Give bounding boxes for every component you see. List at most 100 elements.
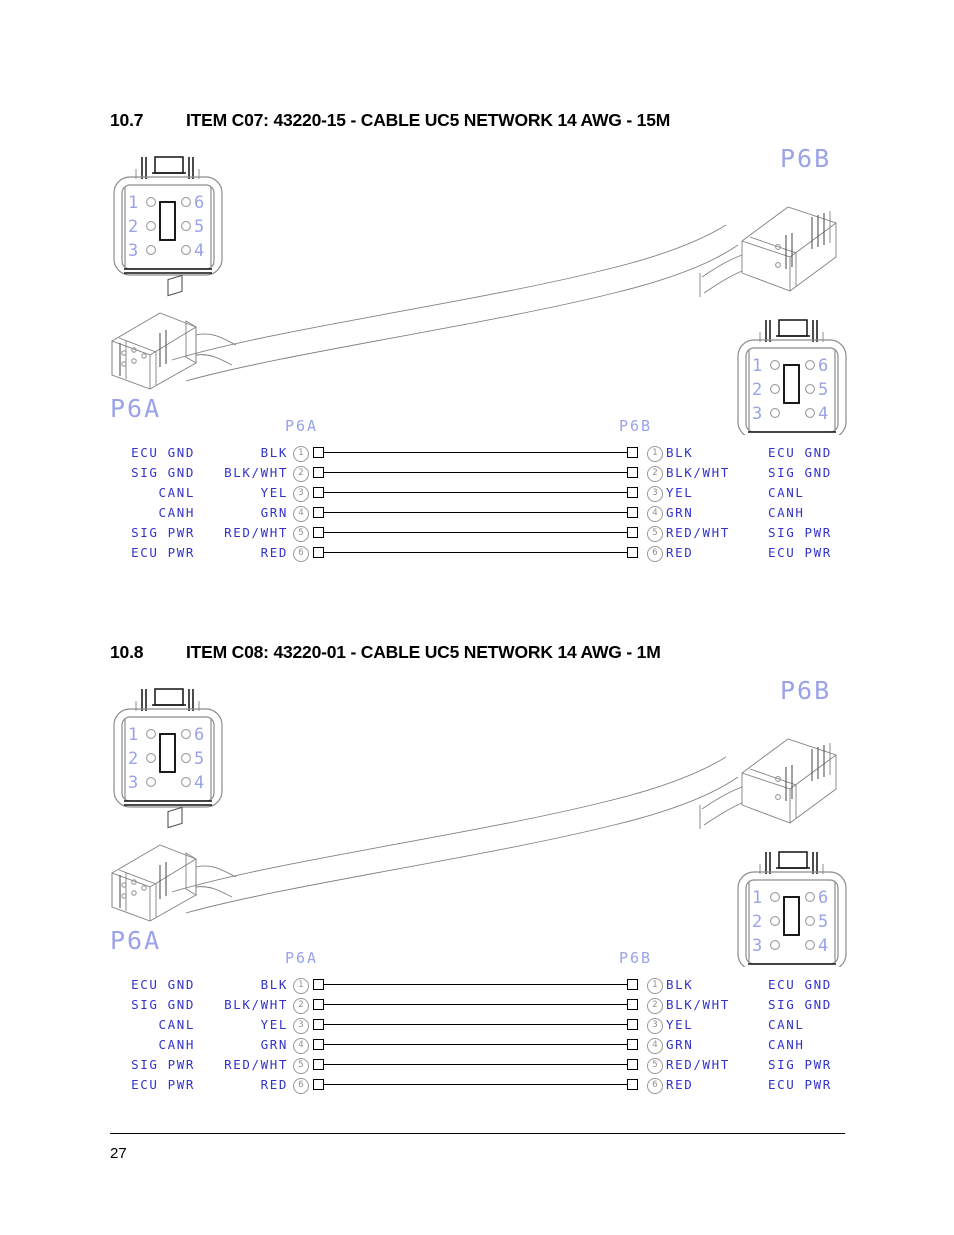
terminal-left (313, 1019, 324, 1030)
svg-text:2: 2 (128, 749, 138, 769)
table-row: SIG PWR RED/WHT 5 5 RED/WHT SIG PWR (0, 523, 954, 543)
svg-text:4: 4 (194, 773, 204, 793)
pin-number-left: 5 (293, 1058, 309, 1074)
terminal-left (313, 999, 324, 1010)
pin-number-left: 6 (293, 546, 309, 562)
cable-pictorial-c07: 1 2 3 6 5 4 1 2 3 6 5 4 P6A P6B (0, 145, 954, 445)
connector-face-right: 1 2 3 6 5 4 (737, 319, 847, 435)
svg-text:5: 5 (194, 749, 204, 769)
svg-text:2: 2 (752, 912, 762, 932)
wire-line (324, 1084, 627, 1085)
connector-face-left: 1 2 3 6 5 4 (113, 156, 223, 276)
table-row: CANH GRN 4 4 GRN CANH (0, 1035, 954, 1055)
terminal-left (313, 979, 324, 990)
pin-number-left: 3 (293, 1018, 309, 1034)
wire-color-left: YEL (260, 485, 288, 500)
footer-divider (110, 1133, 845, 1134)
svg-text:1: 1 (128, 725, 138, 745)
function-left: ECU GND (131, 977, 195, 992)
pin-number-left: 1 (293, 978, 309, 994)
svg-text:3: 3 (752, 936, 762, 956)
function-right: SIG PWR (768, 1057, 832, 1072)
wire-color-left: YEL (260, 1017, 288, 1032)
table-row: CANH GRN 4 4 GRN CANH (0, 503, 954, 523)
terminal-left (313, 1039, 324, 1050)
pin-number-left: 6 (293, 1078, 309, 1094)
terminal-right (627, 979, 638, 990)
pin-number-left: 2 (293, 998, 309, 1014)
svg-text:2: 2 (752, 380, 762, 400)
section-number: 10.7 (110, 110, 144, 130)
pin-number-left: 1 (293, 446, 309, 462)
face-pin-1: 1 (128, 193, 138, 213)
wire-line (324, 1064, 627, 1065)
function-right: CANL (768, 1017, 805, 1032)
pin-number-left: 2 (293, 466, 309, 482)
terminal-right (627, 487, 638, 498)
function-left: CANH (158, 505, 195, 520)
face-pin-2: 2 (128, 217, 138, 237)
pin-table-header-p6b: P6B (619, 417, 653, 435)
wire-color-left: BLK/WHT (224, 997, 288, 1012)
pin-number-right: 2 (647, 998, 663, 1014)
function-right: CANH (768, 505, 805, 520)
function-left: SIG PWR (131, 525, 195, 540)
terminal-left (313, 547, 324, 558)
pin-number-left: 4 (293, 1038, 309, 1054)
function-left: CANH (158, 1037, 195, 1052)
function-left: SIG GND (131, 465, 195, 480)
pin-number-right: 3 (647, 486, 663, 502)
terminal-right (627, 1039, 638, 1050)
function-right: ECU GND (768, 445, 832, 460)
function-left: ECU GND (131, 445, 195, 460)
function-right: SIG PWR (768, 525, 832, 540)
wire-line (324, 1044, 627, 1045)
table-row: SIG GND BLK/WHT 2 2 BLK/WHT SIG GND (0, 463, 954, 483)
pin-number-right: 6 (647, 1078, 663, 1094)
terminal-left (313, 1059, 324, 1070)
svg-text:5: 5 (818, 380, 828, 400)
cable-pictorial-c08: 1 2 3 6 5 4 1 2 3 6 5 4 P6A P6B (0, 677, 954, 977)
function-left: CANL (158, 1017, 195, 1032)
pin-number-right: 1 (647, 446, 663, 462)
function-left: SIG GND (131, 997, 195, 1012)
svg-text:6: 6 (818, 356, 828, 376)
wire-line (324, 452, 627, 453)
section-heading-10-8: 10.8 ITEM C08: 43220-01 - CABLE UC5 NETW… (110, 642, 661, 663)
terminal-left (313, 1079, 324, 1090)
wire-color-left: GRN (260, 505, 288, 520)
wire-line (324, 1004, 627, 1005)
plug-p6b-label: P6B (780, 145, 831, 173)
terminal-right (627, 999, 638, 1010)
wire-line (324, 552, 627, 553)
terminal-right (627, 547, 638, 558)
wire-line (324, 512, 627, 513)
connector-face-right: 1 2 3 6 5 4 (737, 851, 847, 967)
svg-text:6: 6 (194, 725, 204, 745)
face-pin-3: 3 (128, 241, 138, 261)
wire-color-left: RED (260, 1077, 288, 1092)
pin-number-right: 3 (647, 1018, 663, 1034)
function-right: ECU PWR (768, 1077, 832, 1092)
pin-number-right: 5 (647, 1058, 663, 1074)
connector-face-left: 1 2 3 6 5 4 (113, 688, 223, 808)
document-page: 10.7 ITEM C07: 43220-15 - CABLE UC5 NETW… (0, 0, 954, 1235)
terminal-left (313, 467, 324, 478)
plug-p6b-label: P6B (780, 677, 831, 705)
table-row: ECU PWR RED 6 6 RED ECU PWR (0, 1075, 954, 1095)
section-title: ITEM C07: 43220-15 - CABLE UC5 NETWORK 1… (186, 110, 671, 130)
wire-color-left: BLK/WHT (224, 465, 288, 480)
section-title: ITEM C08: 43220-01 - CABLE UC5 NETWORK 1… (186, 642, 661, 662)
table-row: ECU PWR RED 6 6 RED ECU PWR (0, 543, 954, 563)
svg-text:4: 4 (818, 404, 828, 424)
svg-text:1: 1 (752, 356, 762, 376)
face-pin-5: 5 (194, 217, 204, 237)
function-right: ECU GND (768, 977, 832, 992)
function-right: CANH (768, 1037, 805, 1052)
pin-table-header-p6b: P6B (619, 949, 653, 967)
table-row: ECU GND BLK 1 1 BLK ECU GND (0, 443, 954, 463)
plug-p6a (111, 274, 237, 390)
wire-color-left: RED/WHT (224, 1057, 288, 1072)
cable-body (171, 224, 739, 382)
pin-number-left: 5 (293, 526, 309, 542)
